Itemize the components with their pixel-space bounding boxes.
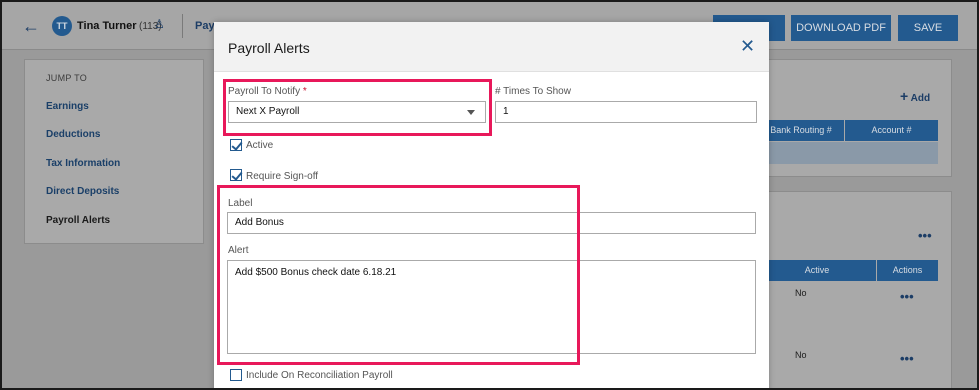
jump-item-earnings[interactable]: Earnings — [46, 101, 89, 112]
payroll-link[interactable]: Pay — [195, 20, 215, 32]
times-to-show-value: 1 — [503, 106, 509, 117]
require-signoff-checkbox[interactable] — [230, 169, 242, 181]
highlight-box — [223, 79, 492, 136]
plus-icon: + — [900, 88, 909, 104]
active-label: Active — [246, 140, 274, 151]
close-icon[interactable]: ✕ — [740, 36, 755, 57]
divider — [182, 14, 183, 38]
column-header: Bank Routing # — [758, 120, 844, 141]
modal-header: Payroll Alerts ✕ — [214, 22, 769, 72]
jump-item-deductions[interactable]: Deductions — [46, 129, 100, 140]
save-button[interactable]: SAVE — [898, 15, 958, 41]
employee-name: Tina Turner — [77, 20, 137, 32]
arrow-left-icon[interactable]: ← — [22, 16, 40, 37]
jump-to-panel: JUMP TO Earnings Deductions Tax Informat… — [24, 59, 204, 244]
payroll-alerts-card — [747, 191, 952, 388]
jump-item-tax-information[interactable]: Tax Information — [46, 158, 120, 169]
active-value: No — [795, 350, 807, 360]
times-to-show-label: # Times To Show — [495, 86, 571, 97]
times-to-show-input[interactable]: 1 — [495, 101, 757, 123]
include-reconciliation-checkbox[interactable] — [230, 369, 242, 381]
modal-title: Payroll Alerts — [228, 40, 310, 56]
more-dots-icon[interactable]: ••• — [918, 228, 932, 243]
active-value: No — [795, 288, 807, 298]
add-label: Add — [910, 93, 931, 104]
app-window: ← TT Tina Turner (113) ♙ Pay DOWNLOAD PD… — [0, 0, 979, 390]
add-button[interactable]: + Add — [900, 88, 930, 104]
column-header: Actions — [877, 260, 938, 281]
include-reconciliation-label: Include On Reconciliation Payroll — [246, 370, 393, 381]
jump-item-payroll-alerts[interactable]: Payroll Alerts — [46, 215, 110, 226]
jump-to-title: JUMP TO — [46, 73, 88, 83]
more-dots-icon[interactable]: ••• — [900, 351, 914, 366]
user-edit-icon[interactable]: ♙ — [154, 17, 165, 31]
table-row — [758, 142, 938, 164]
highlight-box — [217, 185, 580, 365]
avatar: TT — [52, 16, 72, 36]
more-dots-icon[interactable]: ••• — [900, 289, 914, 304]
download-pdf-button[interactable]: DOWNLOAD PDF — [791, 15, 891, 41]
column-header: Account # — [845, 120, 938, 141]
active-checkbox[interactable] — [230, 139, 242, 151]
require-signoff-label: Require Sign-off — [246, 171, 319, 182]
jump-item-direct-deposits[interactable]: Direct Deposits — [46, 186, 119, 197]
column-header: Active — [758, 260, 876, 281]
